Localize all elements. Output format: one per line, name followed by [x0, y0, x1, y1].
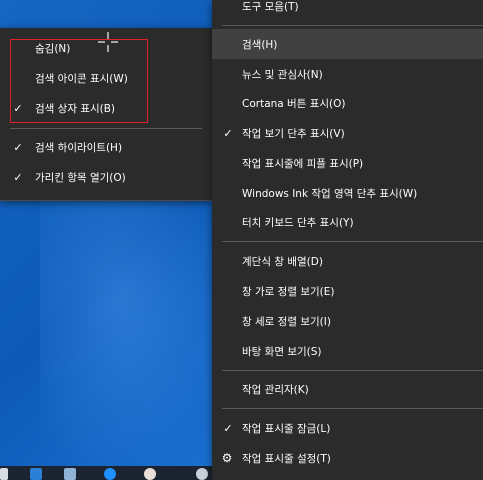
menu-item-lock-taskbar[interactable]: ✓ 작업 표시줄 잠금(L) [212, 413, 483, 443]
menu-item-label: 도구 모음(T) [242, 0, 299, 13]
submenu-item-open-on-hover[interactable]: ✓ 가리킨 항목 열기(O) [0, 162, 212, 192]
taskbar-app-icon[interactable] [144, 468, 156, 480]
menu-item-label: 뉴스 및 관심사(N) [242, 68, 323, 81]
menu-item-label: 작업 표시줄 설정(T) [242, 452, 331, 465]
menu-item-show-windows-side-by-side[interactable]: 창 세로 정렬 보기(I) [212, 306, 483, 336]
menu-item-show-task-view-button[interactable]: ✓ 작업 보기 단추 표시(V) [212, 118, 483, 148]
menu-item-task-manager[interactable]: 작업 관리자(K) [212, 374, 483, 404]
menu-item-label: Cortana 버튼 표시(O) [242, 97, 346, 110]
menu-item-show-people[interactable]: 작업 표시줄에 피플 표시(P) [212, 148, 483, 178]
checkmark-icon: ✓ [13, 140, 23, 154]
taskbar-app-icon[interactable] [196, 468, 208, 480]
annotation-highlight-box [10, 39, 148, 123]
crosshair-cursor-icon [98, 32, 118, 52]
submenu-item-label: 가리킨 항목 열기(O) [35, 171, 126, 184]
menu-item-news-and-interests[interactable]: 뉴스 및 관심사(N) [212, 59, 483, 89]
menu-item-show-desktop[interactable]: 바탕 화면 보기(S) [212, 336, 483, 366]
menu-item-label: 바탕 화면 보기(S) [242, 345, 322, 358]
menu-item-label: 작업 보기 단추 표시(V) [242, 127, 345, 140]
menu-separator [222, 370, 483, 371]
menu-separator [10, 128, 202, 129]
menu-item-taskbar-settings[interactable]: ⚙ 작업 표시줄 설정(T) [212, 443, 483, 473]
menu-separator [222, 408, 483, 409]
menu-item-label: 검색(H) [242, 38, 278, 51]
taskbar-context-menu: 도구 모음(T) 검색(H) 뉴스 및 관심사(N) Cortana 버튼 표시… [212, 0, 483, 480]
menu-item-show-windows-stacked[interactable]: 창 가로 정렬 보기(E) [212, 276, 483, 306]
menu-separator [222, 25, 483, 26]
menu-item-label: 창 가로 정렬 보기(E) [242, 285, 335, 298]
menu-separator [222, 241, 483, 242]
wallpaper-glow [40, 180, 240, 480]
taskbar-app-icon[interactable] [64, 468, 76, 480]
menu-item-search[interactable]: 검색(H) [212, 29, 483, 59]
menu-item-show-cortana-button[interactable]: Cortana 버튼 표시(O) [212, 88, 483, 118]
menu-item-show-touch-keyboard[interactable]: 터치 키보드 단추 표시(Y) [212, 207, 483, 237]
menu-item-label: 작업 표시줄 잠금(L) [242, 422, 331, 435]
submenu-item-search-highlights[interactable]: ✓ 검색 하이라이트(H) [0, 132, 212, 162]
menu-item-label: 계단식 창 배열(D) [242, 255, 323, 268]
menu-item-label: 작업 표시줄에 피플 표시(P) [242, 157, 364, 170]
taskbar-app-icon[interactable] [0, 468, 8, 480]
menu-item-label: 작업 관리자(K) [242, 383, 309, 396]
taskbar-app-icon[interactable] [104, 468, 116, 480]
taskbar-app-icon[interactable] [30, 468, 42, 480]
menu-item-cascade-windows[interactable]: 계단식 창 배열(D) [212, 246, 483, 276]
checkmark-icon: ✓ [223, 421, 233, 435]
menu-item-show-windows-ink[interactable]: Windows Ink 작업 영역 단추 표시(W) [212, 178, 483, 208]
menu-item-label: 터치 키보드 단추 표시(Y) [242, 216, 354, 229]
checkmark-icon: ✓ [223, 126, 233, 140]
menu-item-label: 창 세로 정렬 보기(I) [242, 315, 331, 328]
submenu-item-label: 검색 하이라이트(H) [35, 141, 123, 154]
gear-icon: ⚙ [221, 451, 233, 465]
menu-item-toolbars[interactable]: 도구 모음(T) [212, 0, 483, 21]
menu-item-label: Windows Ink 작업 영역 단추 표시(W) [242, 187, 418, 200]
checkmark-icon: ✓ [13, 170, 23, 184]
